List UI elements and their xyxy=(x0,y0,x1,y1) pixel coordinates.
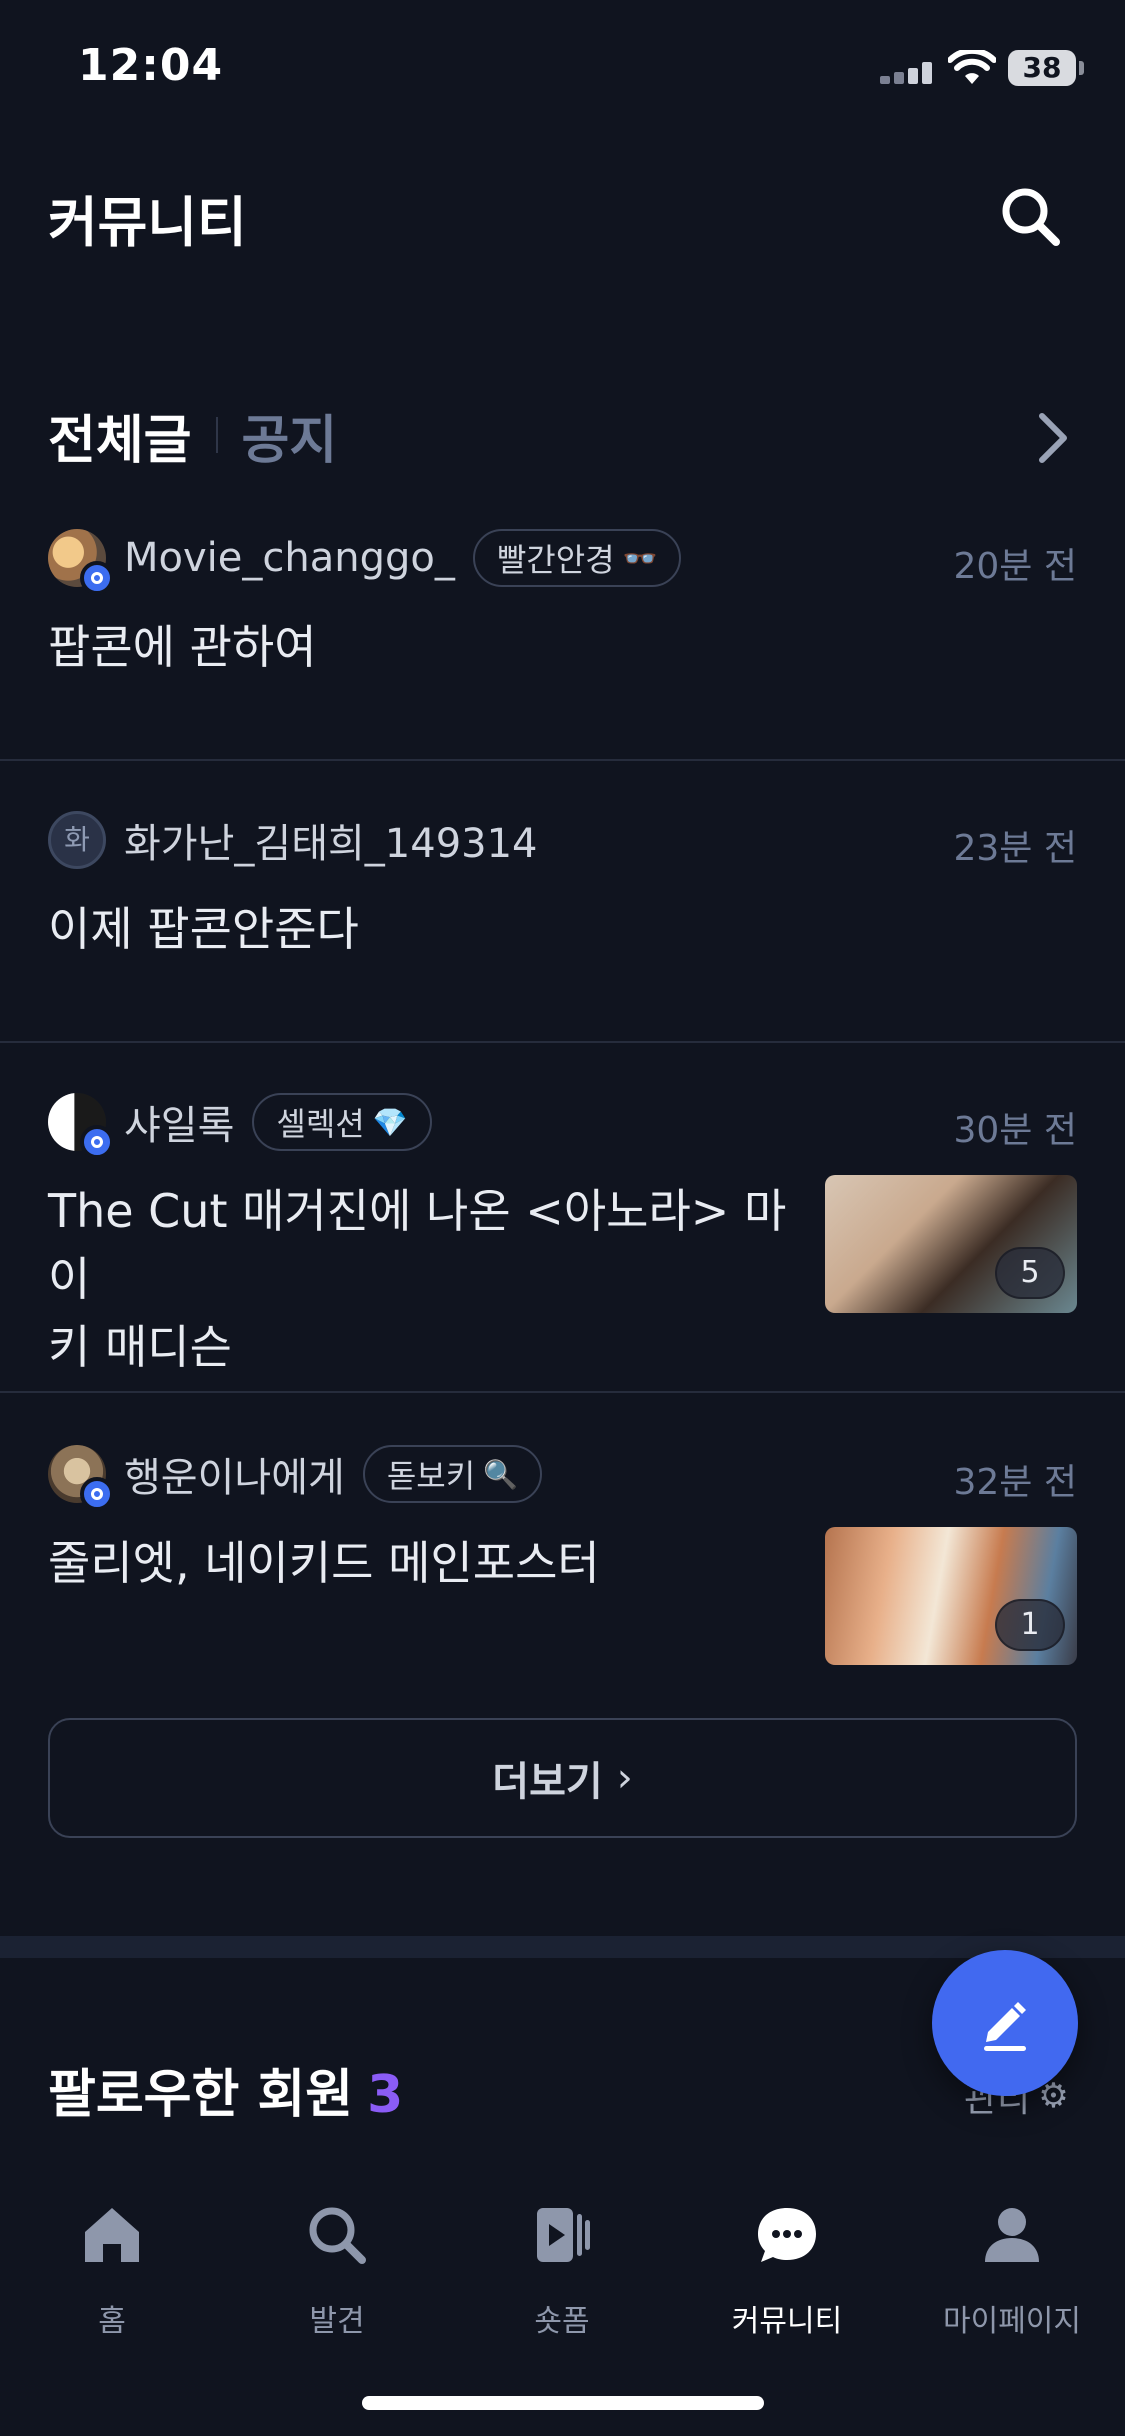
nav-mypage[interactable]: 마이페이지 xyxy=(912,2200,1112,2340)
more-button[interactable]: 더보기 › xyxy=(48,1718,1077,1838)
pencil-icon xyxy=(984,2002,1026,2051)
user-tag: 셀렉션 💎 xyxy=(252,1093,432,1151)
verified-badge-icon xyxy=(80,1125,114,1159)
post-thumbnail[interactable]: 1 xyxy=(825,1527,1077,1665)
tab-divider xyxy=(215,417,218,453)
nav-shortform-label: 숏폼 xyxy=(534,2304,590,2339)
nav-community[interactable]: 커뮤니티 xyxy=(687,2200,887,2340)
status-bar: 12:04 38 xyxy=(0,0,1125,140)
post-username[interactable]: 샤일록 xyxy=(124,1093,234,1151)
chevron-right-icon[interactable] xyxy=(1030,408,1074,468)
user-tag: 빨간안경 👓 xyxy=(472,529,682,587)
wifi-icon xyxy=(948,50,996,84)
verified-badge-icon xyxy=(80,561,114,595)
nav-discover[interactable]: 발견 xyxy=(237,2200,437,2340)
nav-mypage-label: 마이페이지 xyxy=(943,2304,1081,2339)
post-item[interactable]: Movie_changgo_ 빨간안경 👓 20분 전 팝콘에 관하여 xyxy=(0,527,1125,761)
post-title[interactable]: The Cut 매거진에 나온 <아노라> 마이 키 매디슨 xyxy=(48,1177,808,1381)
verified-badge-icon xyxy=(80,1477,114,1511)
cellular-signal-icon xyxy=(880,60,940,84)
post-time: 20분 전 xyxy=(953,546,1078,587)
glasses-icon: 👓 xyxy=(622,541,658,575)
followed-members-title: 팔로우한 회원 3 xyxy=(48,2052,403,2127)
write-post-button[interactable] xyxy=(932,1950,1078,2096)
home-indicator[interactable] xyxy=(362,2396,764,2410)
nav-shortform[interactable]: 숏폼 xyxy=(462,2200,662,2340)
user-tag-label: 셀렉션 xyxy=(276,1105,365,1143)
post-time: 23분 전 xyxy=(953,828,1078,869)
nav-community-label: 커뮤니티 xyxy=(731,2304,843,2339)
post-title[interactable]: 팝콘에 관하여 xyxy=(48,613,317,681)
shortform-icon xyxy=(537,2208,590,2262)
bottom-navigation: 홈 발견 숏폼 커뮤니티 마이페이지 xyxy=(0,2150,1125,2436)
nav-discover-label: 발견 xyxy=(309,2304,365,2339)
avatar[interactable] xyxy=(48,1093,114,1159)
chat-icon xyxy=(758,2208,816,2262)
post-meta: 행운이나에게 돋보키 🔍 xyxy=(48,1443,543,1511)
search-icon[interactable] xyxy=(996,182,1066,252)
post-item[interactable]: 화 화가난_김태희_149314 23분 전 이제 팝콘안준다 xyxy=(0,809,1125,1043)
nav-home[interactable]: 홈 xyxy=(12,2200,212,2340)
post-thumbnail[interactable]: 5 xyxy=(825,1175,1077,1313)
user-tag-label: 빨간안경 xyxy=(496,541,615,579)
avatar[interactable] xyxy=(48,529,114,595)
post-item: 행운이나에게 돋보키 🔍 32분 전 줄리엣, 네이키드 메인포스터 1 xyxy=(0,1443,1125,1683)
post-title[interactable]: 이제 팝콘안준다 xyxy=(48,895,359,963)
battery-icon: 38 xyxy=(1008,50,1076,86)
avatar[interactable]: 화 xyxy=(48,811,106,869)
section-divider xyxy=(0,1936,1125,1958)
image-count-badge: 5 xyxy=(995,1247,1065,1299)
tab-all-posts[interactable]: 전체글 xyxy=(48,398,192,473)
image-count-badge: 1 xyxy=(995,1599,1065,1651)
person-icon xyxy=(985,2208,1039,2262)
followed-members-count: 3 xyxy=(367,2065,404,2125)
user-tag: 돋보키 🔍 xyxy=(362,1445,543,1503)
post-title-line: The Cut 매거진에 나온 <아노라> 마이 xyxy=(48,1184,787,1306)
post-username[interactable]: 화가난_김태희_149314 xyxy=(124,811,538,869)
battery-cap xyxy=(1079,61,1084,75)
post-meta: Movie_changgo_ 빨간안경 👓 xyxy=(48,527,682,595)
post-time: 30분 전 xyxy=(953,1110,1078,1151)
user-tag-label: 돋보키 xyxy=(386,1457,476,1495)
post-username[interactable]: 행운이나에게 xyxy=(124,1445,345,1503)
page-title: 커뮤니티 xyxy=(48,191,247,254)
post-meta: 샤일록 셀렉션 💎 xyxy=(48,1091,432,1159)
followed-members-label: 팔로우한 회원 xyxy=(48,2065,354,2125)
avatar[interactable] xyxy=(48,1445,114,1511)
chevron-right-icon: › xyxy=(616,1755,633,1801)
post-username[interactable]: Movie_changgo_ xyxy=(124,535,455,581)
nav-home-label: 홈 xyxy=(98,2304,126,2339)
search-icon xyxy=(309,2207,366,2264)
board-tabs: 전체글 공지 xyxy=(48,398,338,473)
post-title-line: 키 매디슨 xyxy=(48,1320,232,1374)
tab-notice[interactable]: 공지 xyxy=(242,398,338,473)
post-item[interactable]: 샤일록 셀렉션 💎 30분 전 The Cut 매거진에 나온 <아노라> 마이… xyxy=(0,1091,1125,1393)
post-time: 32분 전 xyxy=(953,1462,1078,1503)
home-icon xyxy=(85,2208,139,2262)
post-meta: 화 화가난_김태희_149314 xyxy=(48,809,538,871)
gem-icon: 💎 xyxy=(372,1105,408,1139)
post-title[interactable]: 줄리엣, 네이키드 메인포스터 xyxy=(48,1529,600,1597)
status-time: 12:04 xyxy=(78,40,224,91)
more-button-label: 더보기 xyxy=(492,1759,603,1805)
magnifier-icon: 🔍 xyxy=(483,1457,519,1491)
